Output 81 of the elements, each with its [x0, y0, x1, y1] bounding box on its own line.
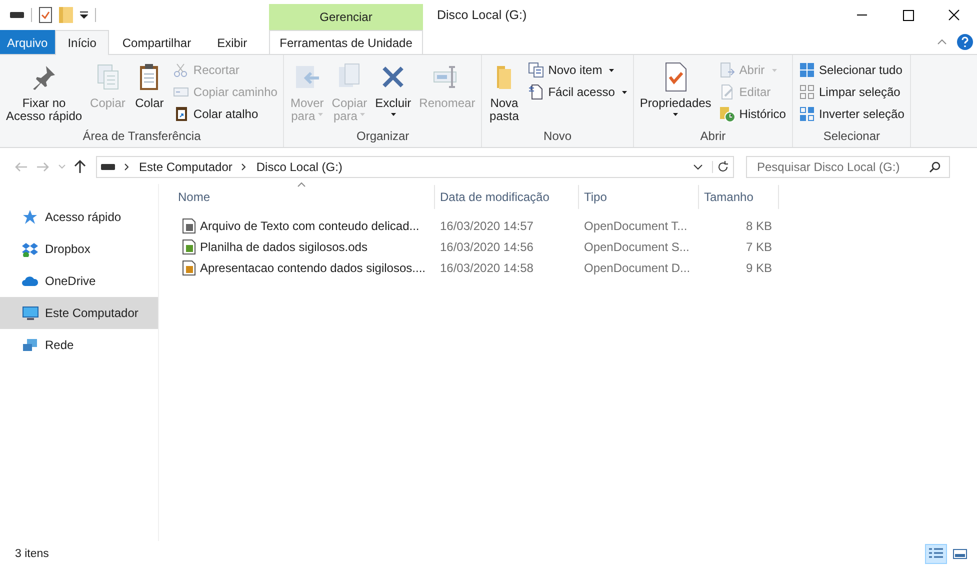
details-view-button[interactable]: [925, 544, 947, 564]
table-cell-text: OpenDocument D...: [583, 260, 692, 274]
document-icon: [528, 84, 544, 100]
group-label: Área de Transferência: [82, 129, 202, 145]
text-file-icon: [181, 218, 197, 234]
table-cell-text: 9 KB: [744, 260, 773, 274]
breadcrumb[interactable]: Disco Local (G:): [256, 160, 342, 174]
open-icon: [719, 62, 736, 78]
history-icon: [719, 106, 736, 122]
ribbon-button[interactable]: Colar atalho: [170, 104, 280, 124]
ribbon-button[interactable]: Fácil acesso: [525, 82, 630, 102]
file-name[interactable]: Planilha de dados sigilosos.ods: [200, 240, 368, 254]
ribbon-button[interactable]: Propriedades: [636, 59, 714, 129]
help-icon[interactable]: [957, 34, 973, 50]
properties-icon[interactable]: [39, 7, 52, 23]
ribbon-button[interactable]: Inverter seleção: [796, 104, 908, 124]
ribbon-button[interactable]: Histórico: [716, 104, 789, 124]
dropdown-icon[interactable]: [693, 164, 703, 170]
table-cell-text: 7 KB: [744, 240, 773, 254]
ribbon-button[interactable]: Selecionar tudo: [796, 60, 908, 80]
monitor-icon: [22, 305, 39, 321]
group-label: Novo: [542, 129, 573, 145]
search-icon: [929, 161, 941, 173]
table-cell-text: 16/03/2020 14:58: [439, 260, 534, 274]
column-header[interactable]: Tipo: [579, 185, 699, 209]
nav-item[interactable]: OneDrive: [0, 265, 158, 297]
nav-item[interactable]: Este Computador: [0, 297, 158, 329]
new-item-icon: [528, 62, 544, 78]
drive-icon: [101, 163, 115, 171]
chevron-icon: [241, 163, 248, 171]
caret-icon[interactable]: [80, 11, 88, 19]
nav-item[interactable]: Dropbox: [0, 233, 158, 265]
address-bar[interactable]: Este Computador Disco Local (G:): [96, 156, 734, 178]
star-icon: [22, 209, 39, 225]
select-none-icon: [798, 84, 815, 100]
ribbon-button[interactable]: Nova pasta: [485, 59, 524, 129]
ribbon-button[interactable]: Fixar no Acesso rápido: [3, 59, 86, 129]
select-all-icon: [798, 62, 815, 78]
ribbon-tab[interactable]: Ferramentas de Unidade: [269, 30, 423, 54]
file-tab[interactable]: Arquivo: [0, 30, 55, 54]
column-header[interactable]: Nome: [173, 185, 435, 209]
column-header[interactable]: Tamanho: [699, 185, 779, 209]
table-cell-text: OpenDocument S...: [583, 240, 690, 254]
up-icon[interactable]: [74, 160, 86, 174]
search-field[interactable]: Pesquisar Disco Local (G:): [746, 156, 950, 178]
ribbon-button[interactable]: Novo item: [525, 60, 630, 80]
group-label: Selecionar: [822, 129, 882, 145]
ribbon-button[interactable]: Limpar seleção: [796, 82, 908, 102]
invert-selection-icon: [798, 106, 815, 122]
file-name[interactable]: Arquivo de Texto com conteudo delicad...: [200, 218, 420, 232]
window-title: Disco Local (G:): [436, 7, 527, 24]
ribbon-button[interactable]: Excluir: [372, 59, 414, 129]
group-label: Organizar: [355, 129, 410, 145]
collapse-ribbon-icon[interactable]: [937, 39, 947, 45]
presentation-file-icon: [181, 260, 197, 276]
network-icon: [22, 337, 39, 353]
refresh-icon[interactable]: [712, 161, 729, 173]
large-icons-view-icon: [952, 547, 968, 561]
file-name[interactable]: Apresentacao contendo dados sigilosos....: [200, 260, 426, 274]
ribbon-tab[interactable]: Início: [54, 30, 110, 55]
column-header[interactable]: Data de modificação: [435, 185, 579, 209]
ribbon-tab[interactable]: Compartilhar: [109, 30, 204, 54]
nav-item[interactable]: Acesso rápido: [0, 201, 158, 233]
edit-icon: [719, 84, 736, 100]
table-cell-text: 8 KB: [744, 218, 773, 232]
spreadsheet-file-icon: [181, 238, 197, 254]
chevron-icon: [124, 163, 130, 171]
table-cell-text: OpenDocument T...: [583, 218, 688, 232]
table-cell-text: 16/03/2020 14:56: [439, 240, 534, 254]
context-group-label: Gerenciar: [269, 4, 423, 30]
ribbon-button[interactable]: Colar: [130, 59, 168, 129]
shortcut-icon: [173, 106, 190, 122]
item-count: 3 itens: [15, 548, 49, 560]
breadcrumb[interactable]: Este Computador: [139, 160, 232, 174]
group-label: Abrir: [699, 129, 727, 145]
ribbon-tab[interactable]: Exibir: [204, 30, 260, 54]
table-cell-text: 16/03/2020 14:57: [439, 218, 534, 232]
scissors-icon: [173, 62, 190, 78]
drive-icon[interactable]: [10, 11, 24, 19]
details-view-icon: [928, 547, 944, 561]
nav-item[interactable]: Rede: [0, 329, 158, 361]
